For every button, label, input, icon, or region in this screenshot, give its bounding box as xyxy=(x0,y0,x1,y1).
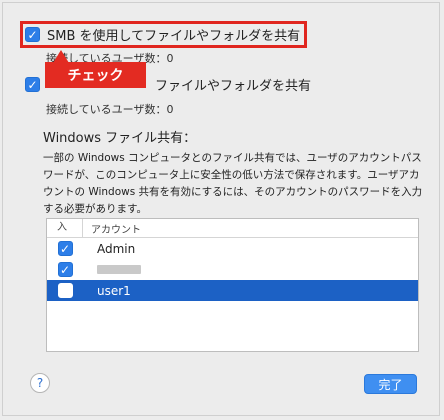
table-row[interactable]: ✓ xyxy=(47,259,418,280)
file-sharing-options-sheet: ✓ SMB を使用してファイルやフォルダを共有 接続しているユーザ数：0 ✓ フ… xyxy=(2,2,440,416)
afp-connected-users: 接続しているユーザ数：0 xyxy=(46,103,174,116)
table-row-selected[interactable]: user1 xyxy=(47,280,418,301)
user1-enable-checkbox[interactable] xyxy=(57,283,73,298)
redacted-account-name xyxy=(97,264,141,274)
column-header-enabled[interactable]: 入 xyxy=(47,219,83,237)
done-button[interactable]: 完了 xyxy=(364,374,417,394)
afp-option-label: ファイルやフォルダを共有 xyxy=(155,79,312,94)
account-name: user1 xyxy=(97,283,131,298)
windows-sharing-description: 一部の Windows コンピュータとのファイル共有では、ユーザのアカウントパス… xyxy=(43,152,423,215)
red-highlight-box xyxy=(20,21,307,48)
accounts-table[interactable]: 入 アカウント ✓ Admin ✓ user1 xyxy=(46,218,419,352)
admin-enable-checkbox[interactable]: ✓ xyxy=(57,241,73,256)
column-header-account[interactable]: アカウント xyxy=(83,221,141,236)
table-header: 入 アカウント xyxy=(47,219,418,238)
help-button[interactable]: ? xyxy=(30,373,50,393)
windows-sharing-title: Windows ファイル共有： xyxy=(43,131,197,146)
table-row[interactable]: ✓ Admin xyxy=(47,238,418,259)
afp-checkbox[interactable]: ✓ xyxy=(25,77,40,92)
account-enable-checkbox[interactable]: ✓ xyxy=(57,262,73,277)
check-callout: チェック xyxy=(45,62,146,88)
account-name: Admin xyxy=(97,241,136,256)
